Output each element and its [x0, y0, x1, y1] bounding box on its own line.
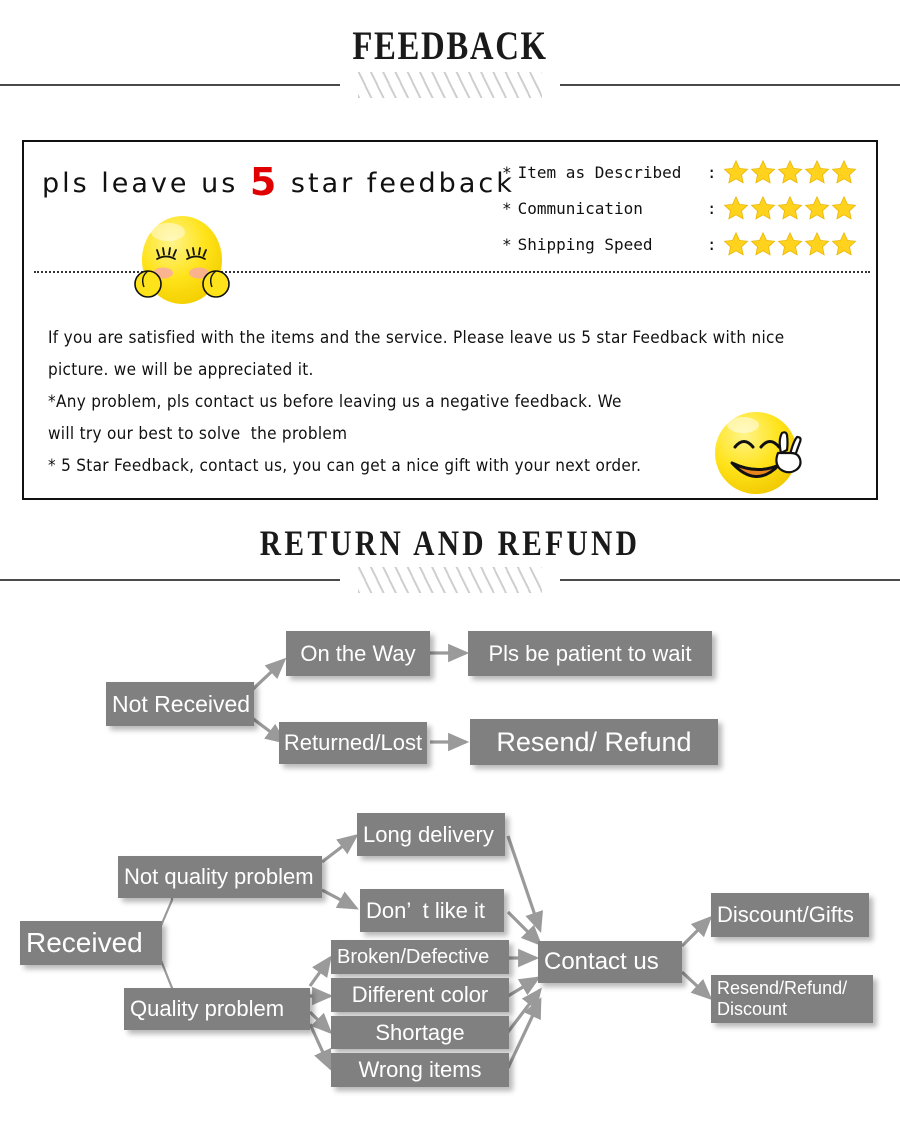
headline-after: star feedback — [279, 168, 515, 199]
star-icon — [777, 231, 802, 256]
star-icon — [723, 231, 748, 256]
paragraph-line-3: *Any problem, pls contact us before leav… — [48, 392, 622, 412]
rule-left — [0, 579, 340, 581]
star-rating-communication — [723, 195, 858, 221]
rating-colon: : — [706, 198, 717, 218]
bullet-asterisk-icon: * — [502, 234, 512, 254]
feedback-paragraph: If you are satisfied with the items and … — [48, 322, 868, 482]
feedback-header-rule — [0, 70, 900, 100]
headline-before: pls leave us — [42, 168, 250, 199]
rating-row-shipping-speed: * Shipping Speed : — [502, 226, 882, 262]
flow-node-different-color[interactable]: Different color — [331, 978, 509, 1012]
rating-list: * Item as Described : * Communication : — [502, 154, 882, 262]
flow-node-resend-refund[interactable]: Resend/ Refund — [470, 719, 718, 765]
star-rating-item-as-described — [723, 159, 858, 185]
rule-left — [0, 84, 340, 86]
paragraph-line-1: If you are satisfied with the items and … — [48, 328, 785, 348]
star-icon — [723, 195, 748, 220]
hatch-ornament-icon — [358, 72, 542, 98]
star-icon — [750, 195, 775, 220]
flow-node-contact-us[interactable]: Contact us — [538, 941, 682, 983]
blushing-face-emoji-icon — [134, 216, 230, 304]
flow-node-shortage[interactable]: Shortage — [331, 1016, 509, 1049]
rating-row-communication: * Communication : — [502, 190, 882, 226]
rating-colon: : — [706, 234, 717, 254]
page-title: FEEDBACK — [352, 23, 548, 68]
star-icon — [831, 195, 856, 220]
bullet-asterisk-icon: * — [502, 198, 512, 218]
flow-node-pls-be-patient[interactable]: Pls be patient to wait — [468, 631, 712, 676]
rating-label: Item as Described — [517, 162, 682, 182]
flow-node-on-the-way[interactable]: On the Way — [286, 631, 430, 676]
flow-node-wrong-items[interactable]: Wrong items — [331, 1053, 509, 1087]
flow-node-resend-refund-discount[interactable]: Resend/Refund/ Discount — [711, 975, 873, 1023]
flow-node-quality-problem[interactable]: Quality problem — [124, 988, 310, 1030]
star-icon — [723, 159, 748, 184]
star-icon — [750, 159, 775, 184]
star-icon — [831, 231, 856, 256]
rule-right — [560, 579, 900, 581]
return-section-header: RETURN AND REFUND — [0, 522, 900, 564]
star-icon — [804, 195, 829, 220]
flow-node-not-quality-problem[interactable]: Not quality problem — [118, 856, 322, 898]
feedback-headline: pls leave us 5 star feedback — [42, 160, 515, 204]
flow-node-long-delivery[interactable]: Long delivery — [357, 813, 505, 856]
star-icon — [777, 159, 802, 184]
star-icon — [777, 195, 802, 220]
bullet-asterisk-icon: * — [502, 162, 512, 182]
star-icon — [804, 231, 829, 256]
star-icon — [750, 231, 775, 256]
paragraph-line-4: will try our best to solve the problem — [48, 424, 348, 444]
flow-node-dont-like-it[interactable]: Don’ t like it — [360, 889, 504, 932]
paragraph-line-5: * 5 Star Feedback, contact us, you can g… — [48, 456, 642, 476]
star-icon — [831, 159, 856, 184]
rating-row-item-as-described: * Item as Described : — [502, 154, 882, 190]
rating-label: Communication — [517, 198, 643, 218]
return-header-rule — [0, 565, 900, 595]
feedback-panel: pls leave us 5 star feedback * Item as D… — [22, 140, 878, 500]
flow-node-returned-lost[interactable]: Returned/Lost — [279, 722, 427, 764]
star-rating-shipping-speed — [723, 231, 858, 257]
hatch-ornament-icon — [358, 567, 542, 593]
flow-node-discount-gifts[interactable]: Discount/Gifts — [711, 893, 869, 937]
flow-node-received[interactable]: Received — [20, 921, 162, 965]
rule-right — [560, 84, 900, 86]
feedback-section-header: FEEDBACK — [0, 22, 900, 69]
flow-node-broken-defective[interactable]: Broken/Defective — [331, 940, 509, 974]
paragraph-line-2: picture. we will be appreciated it. — [48, 360, 314, 380]
flow-node-not-received[interactable]: Not Received — [106, 682, 254, 726]
star-icon — [804, 159, 829, 184]
headline-star-count: 5 — [249, 160, 280, 204]
return-title: RETURN AND REFUND — [259, 523, 641, 563]
rating-colon: : — [706, 162, 717, 182]
rating-label: Shipping Speed — [517, 234, 653, 254]
